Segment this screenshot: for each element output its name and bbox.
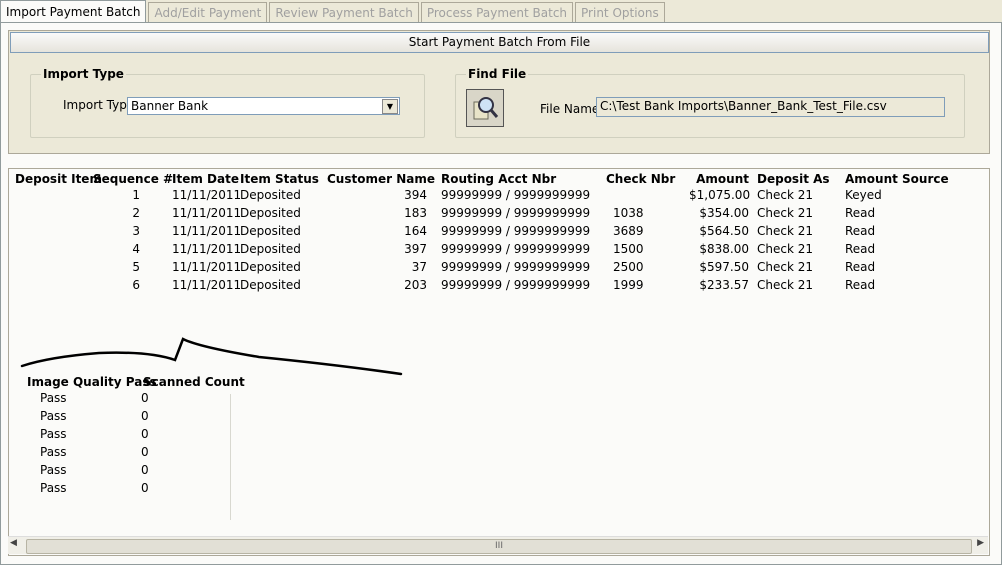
payments-column-header: Amount Source — [845, 172, 949, 186]
quality-cell: 0 — [141, 463, 149, 477]
start-payment-batch-button[interactable]: Start Payment Batch From File — [10, 32, 989, 53]
payments-cell: $838.00 — [699, 242, 749, 256]
payments-cell: Keyed — [845, 188, 882, 202]
payments-cell: Read — [845, 206, 876, 220]
scroll-thumb[interactable]: III — [26, 539, 972, 554]
payments-cell: $564.50 — [699, 224, 749, 238]
payments-cell: Check 21 — [757, 278, 813, 292]
payments-cell: 1038 — [613, 206, 644, 220]
payments-cell: 3689 — [613, 224, 644, 238]
scroll-left-icon[interactable]: ◀ — [10, 538, 17, 548]
payments-cell: Read — [845, 224, 876, 238]
payments-cell: 1999 — [613, 278, 644, 292]
payments-cell: 99999999 / 9999999999 — [441, 260, 591, 274]
import-type-value: Banner Bank — [131, 99, 209, 113]
payments-cell: Read — [845, 242, 876, 256]
quality-cell: Pass — [40, 445, 67, 459]
tab-print-options[interactable]: Print Options — [575, 2, 665, 23]
quality-cell: Pass — [40, 481, 67, 495]
payments-column-header: Deposit As — [757, 172, 830, 186]
payments-cell: $1,075.00 — [689, 188, 751, 202]
tab-add-edit-payment[interactable]: Add/Edit Payment — [148, 2, 268, 23]
import-settings-panel: Start Payment Batch From File Import Typ… — [8, 30, 990, 154]
import-type-group: Import Type Import Type: Banner Bank ▼ — [30, 67, 425, 138]
quality-cell: 0 — [141, 409, 149, 423]
torn-edge-mark — [20, 337, 403, 376]
tab-strip: Import Payment Batch Add/Edit Payment Re… — [0, 0, 667, 23]
find-file-legend: Find File — [466, 67, 529, 81]
quality-column-header: Scanned Count — [143, 375, 245, 389]
payments-cell: 2500 — [613, 260, 644, 274]
payments-cell: $354.00 — [699, 206, 749, 220]
payments-cell: Check 21 — [757, 206, 813, 220]
payments-cell: 1500 — [613, 242, 644, 256]
payments-column-header: Routing Acct Nbr — [441, 172, 557, 186]
quality-cell: Pass — [40, 463, 67, 477]
payments-grid: Deposit Item Sequence # Item Date Item Stat… — [8, 168, 990, 556]
payments-cell: Check 21 — [757, 260, 813, 274]
payments-cell: 99999999 / 9999999999 — [441, 278, 591, 292]
quality-cell: 0 — [141, 391, 149, 405]
scroll-right-icon[interactable]: ▶ — [977, 538, 984, 548]
payments-cell: 99999999 / 9999999999 — [441, 224, 591, 238]
payments-cell: Check 21 — [757, 188, 813, 202]
chevron-down-icon[interactable]: ▼ — [382, 99, 398, 114]
tab-review-payment-batch[interactable]: Review Payment Batch — [269, 2, 419, 23]
file-name-field[interactable]: C:\Test Bank Imports\Banner_Bank_Test_Fi… — [596, 97, 945, 117]
payments-cell: Read — [845, 260, 876, 274]
payments-cell: Check 21 — [757, 224, 813, 238]
file-name-label: File Name: — [540, 102, 604, 116]
payments-cell: $233.57 — [699, 278, 749, 292]
quality-cell: Pass — [40, 427, 67, 441]
tab-panel: Start Payment Batch From File Import Typ… — [0, 22, 1002, 565]
magnifier-icon — [473, 97, 499, 120]
import-type-legend: Import Type — [41, 67, 126, 81]
quality-cell: 0 — [141, 427, 149, 441]
payments-cell: Read — [845, 278, 876, 292]
horizontal-scrollbar[interactable]: ◀ III ▶ — [8, 536, 988, 554]
find-file-button[interactable] — [466, 89, 504, 127]
quality-column-header: Image Quality Pass — [27, 375, 157, 389]
payments-column-header: Amount — [696, 172, 749, 186]
quality-cell: Pass — [40, 409, 67, 423]
quality-grid-divider — [230, 394, 231, 520]
payments-cell: Check 21 — [757, 242, 813, 256]
quality-cell: 0 — [141, 445, 149, 459]
payments-cell: $597.50 — [699, 260, 749, 274]
find-file-group: Find File File Name: C:\Test Bank Import… — [455, 67, 965, 138]
tab-import-payment-batch[interactable]: Import Payment Batch — [0, 0, 147, 23]
payments-cell: 99999999 / 9999999999 — [441, 188, 591, 202]
quality-cell: Pass — [40, 391, 67, 405]
payments-cell: 99999999 / 9999999999 — [441, 206, 591, 220]
import-type-select[interactable]: Banner Bank ▼ — [127, 97, 400, 115]
quality-cell: 0 — [141, 481, 149, 495]
tab-process-payment-batch[interactable]: Process Payment Batch — [420, 2, 574, 23]
file-name-value: C:\Test Bank Imports\Banner_Bank_Test_Fi… — [600, 99, 887, 113]
payments-cell: 99999999 / 9999999999 — [441, 242, 591, 256]
